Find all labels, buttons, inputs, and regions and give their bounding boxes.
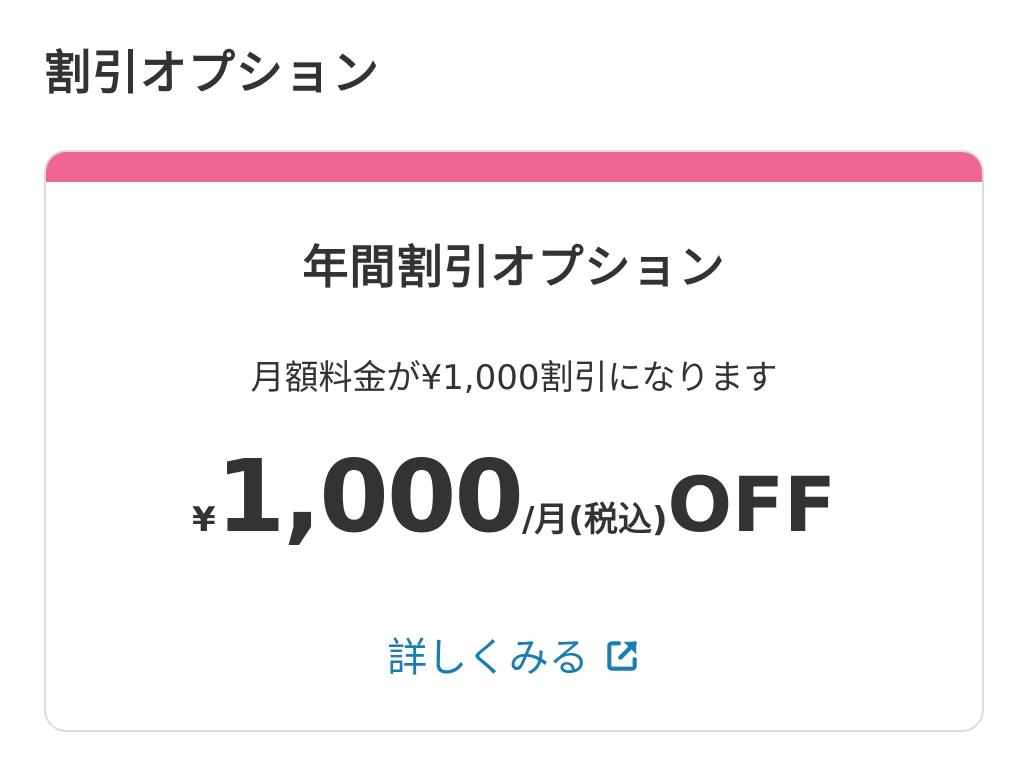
external-link-icon: [607, 641, 637, 671]
price-currency: ¥: [192, 500, 216, 540]
card-description: 月額料金が¥1,000割引になります: [250, 358, 778, 398]
discount-option-card: 年間割引オプション 月額料金が¥1,000割引になります ¥1,000/月(税込…: [44, 150, 984, 732]
card-accent-bar: [46, 152, 982, 182]
price-suffix: OFF: [667, 460, 836, 549]
price-display: ¥1,000/月(税込)OFF: [46, 437, 982, 586]
section-title: 割引オプション: [44, 46, 380, 101]
details-link[interactable]: 詳しくみる: [46, 626, 982, 690]
details-link-label: 詳しくみる: [387, 635, 589, 681]
card-title: 年間割引オプション: [302, 240, 726, 294]
price-amount: 1,000: [215, 438, 524, 555]
price-unit: /月(税込): [522, 500, 668, 540]
